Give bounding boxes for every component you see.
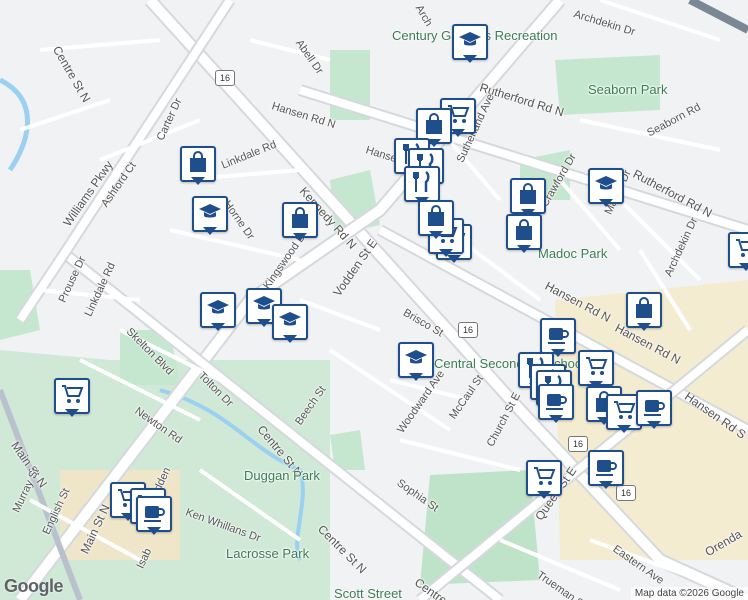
coffee-icon xyxy=(594,454,618,483)
poi-marker[interactable] xyxy=(728,232,748,274)
school-icon xyxy=(458,28,482,57)
poi-marker[interactable] xyxy=(272,304,308,346)
map-view[interactable]: 16 16 16 16 Archdekin Dr Rutherford Rd N… xyxy=(0,0,748,600)
place-label: Duggan Park xyxy=(244,468,320,483)
coffee-icon xyxy=(544,388,568,417)
bag-icon xyxy=(516,182,540,211)
poi-marker[interactable] xyxy=(588,168,624,210)
bag-icon xyxy=(512,218,536,247)
school-icon xyxy=(278,308,302,337)
poi-marker[interactable] xyxy=(526,460,562,502)
google-logo: Google xyxy=(4,576,64,596)
cart-icon xyxy=(612,398,636,427)
poi-marker[interactable] xyxy=(636,390,672,432)
place-label: Lacrosse Park xyxy=(226,546,310,561)
poi-marker[interactable] xyxy=(136,496,172,538)
poi-marker[interactable] xyxy=(506,214,542,256)
route-shield: 16 xyxy=(215,70,235,86)
poi-marker[interactable] xyxy=(452,24,488,66)
school-icon xyxy=(594,172,618,201)
poi-marker[interactable] xyxy=(192,196,228,238)
bag-icon xyxy=(186,150,210,179)
restaurant-icon xyxy=(410,170,434,199)
bag-icon xyxy=(424,204,448,233)
place-label: Scott Street xyxy=(334,586,402,600)
coffee-icon xyxy=(642,394,666,423)
school-icon xyxy=(198,200,222,229)
route-shield: 16 xyxy=(568,436,588,452)
poi-marker[interactable] xyxy=(282,202,318,244)
poi-marker[interactable] xyxy=(418,200,454,242)
school-icon xyxy=(404,346,428,375)
place-label: Madoc Park xyxy=(538,246,608,261)
route-shield: 16 xyxy=(458,322,478,338)
poi-marker[interactable] xyxy=(398,342,434,384)
cart-icon xyxy=(584,354,608,383)
poi-marker[interactable] xyxy=(626,292,662,334)
bag-icon xyxy=(632,296,656,325)
coffee-icon xyxy=(142,500,166,529)
cart-icon xyxy=(532,464,556,493)
bag-icon xyxy=(422,112,446,141)
map-attribution[interactable]: Map data ©2026 Google xyxy=(630,587,748,600)
coffee-icon xyxy=(546,322,570,351)
school-icon xyxy=(206,296,230,325)
poi-marker[interactable] xyxy=(588,450,624,492)
poi-marker[interactable] xyxy=(54,378,90,420)
cart-icon xyxy=(734,236,748,265)
poi-marker[interactable] xyxy=(538,384,574,426)
bag-icon xyxy=(288,206,312,235)
cart-icon xyxy=(60,382,84,411)
poi-marker[interactable] xyxy=(200,292,236,334)
poi-marker[interactable] xyxy=(180,146,216,188)
place-label: Seaborn Park xyxy=(588,82,668,97)
